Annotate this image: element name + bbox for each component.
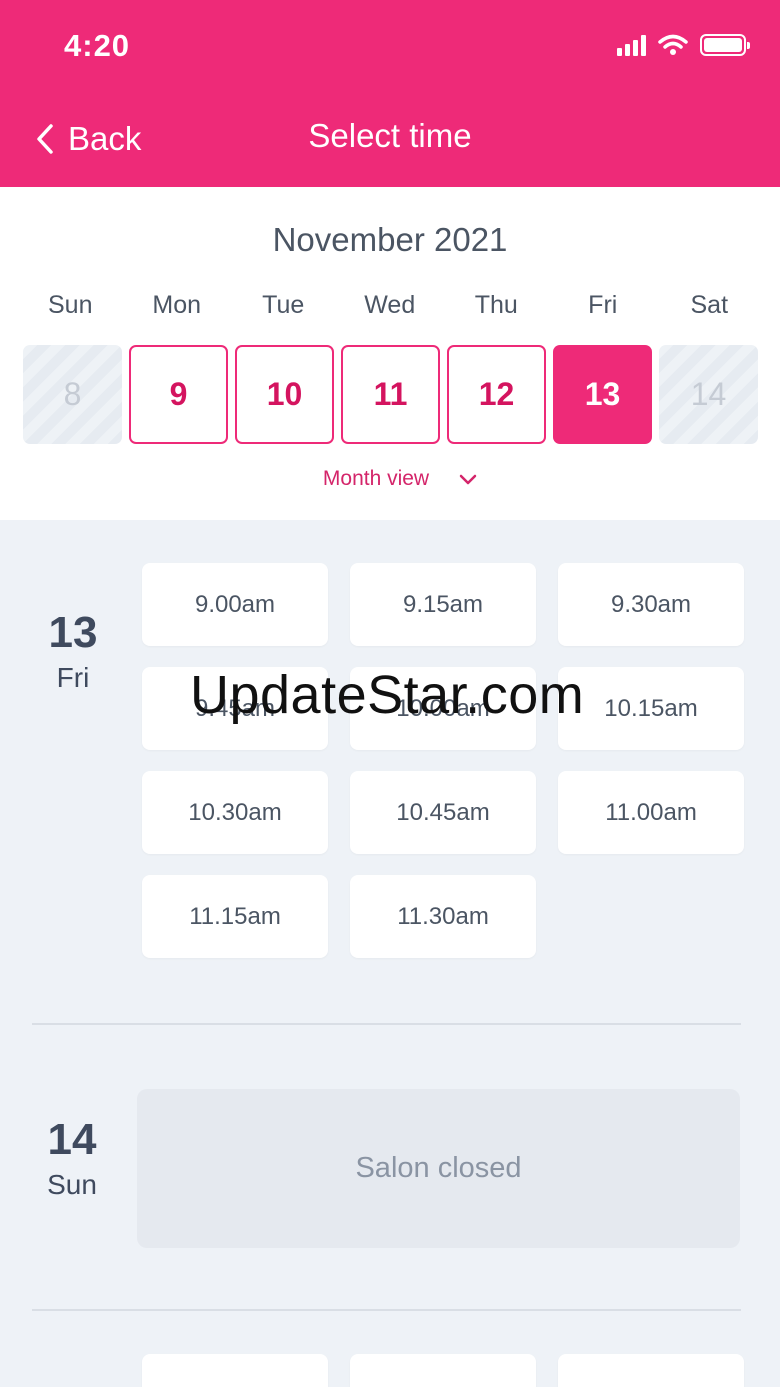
time-slot[interactable]: [142, 1354, 328, 1387]
weekday-label: Thu: [474, 291, 518, 319]
weekday-label: Sun: [48, 291, 93, 319]
schedule-day-label: 14 Sun: [22, 1115, 122, 1201]
time-slot[interactable]: 9.15am: [350, 563, 536, 646]
schedule-day-label: 13 Fri: [23, 608, 123, 694]
app-header: 4:20 Back Select time: [0, 0, 780, 187]
section-divider: [32, 1309, 741, 1311]
salon-closed-notice: Salon closed: [137, 1089, 740, 1248]
time-slot[interactable]: [558, 1354, 744, 1387]
watermark: UpdateStar.com: [190, 665, 585, 725]
weekday-label: Mon: [152, 291, 202, 319]
cellular-signal-icon: [617, 34, 646, 56]
day-cell-selected[interactable]: 13: [553, 345, 652, 444]
weekday-label: Fri: [588, 291, 618, 319]
schedule-day-number: 13: [48, 608, 98, 657]
status-icons: [617, 34, 750, 56]
weekday-label: Wed: [364, 291, 416, 319]
day-cell[interactable]: 10: [235, 345, 334, 444]
time-slot-grid: 9.00am 9.15am 9.30am 9.45am 10.00am 10.1…: [142, 563, 744, 958]
time-slot[interactable]: 10.45am: [350, 771, 536, 854]
weekday-label: Sat: [690, 291, 729, 319]
weekday-label: Tue: [262, 291, 305, 319]
month-view-toggle[interactable]: Month view: [0, 467, 780, 491]
status-time: 4:20: [64, 28, 131, 63]
schedule-day-name: Fri: [56, 662, 90, 693]
day-selector: 8 9 10 11 12 13 14: [23, 345, 758, 444]
day-cell-disabled: 14: [659, 345, 758, 444]
schedule-day-number: 14: [47, 1115, 97, 1164]
time-slot[interactable]: 9.30am: [558, 563, 744, 646]
weekday-header: Sun Mon Tue Wed Thu Fri Sat: [17, 291, 763, 320]
month-view-label: Month view: [322, 467, 430, 490]
time-slot[interactable]: 9.00am: [142, 563, 328, 646]
time-slot[interactable]: 10.30am: [142, 771, 328, 854]
schedule-day-name: Sun: [47, 1169, 97, 1200]
time-slot[interactable]: 11.30am: [350, 875, 536, 958]
time-slot[interactable]: 11.15am: [142, 875, 328, 958]
wifi-icon: [658, 34, 688, 55]
time-slot[interactable]: [350, 1354, 536, 1387]
time-slot[interactable]: 10.15am: [558, 667, 744, 750]
day-cell[interactable]: 11: [341, 345, 440, 444]
section-divider: [32, 1023, 741, 1025]
time-slot[interactable]: 11.00am: [558, 771, 744, 854]
page-title: Select time: [308, 117, 472, 154]
chevron-down-icon: [459, 474, 477, 484]
day-cell[interactable]: 9: [129, 345, 228, 444]
time-slot-grid-partial: [142, 1354, 744, 1387]
day-cell[interactable]: 12: [447, 345, 546, 444]
month-label: November 2021: [272, 221, 508, 258]
day-cell-disabled: 8: [23, 345, 122, 444]
week-calendar: November 2021 Sun Mon Tue Wed Thu Fri Sa…: [0, 187, 780, 520]
battery-icon: [700, 34, 750, 56]
